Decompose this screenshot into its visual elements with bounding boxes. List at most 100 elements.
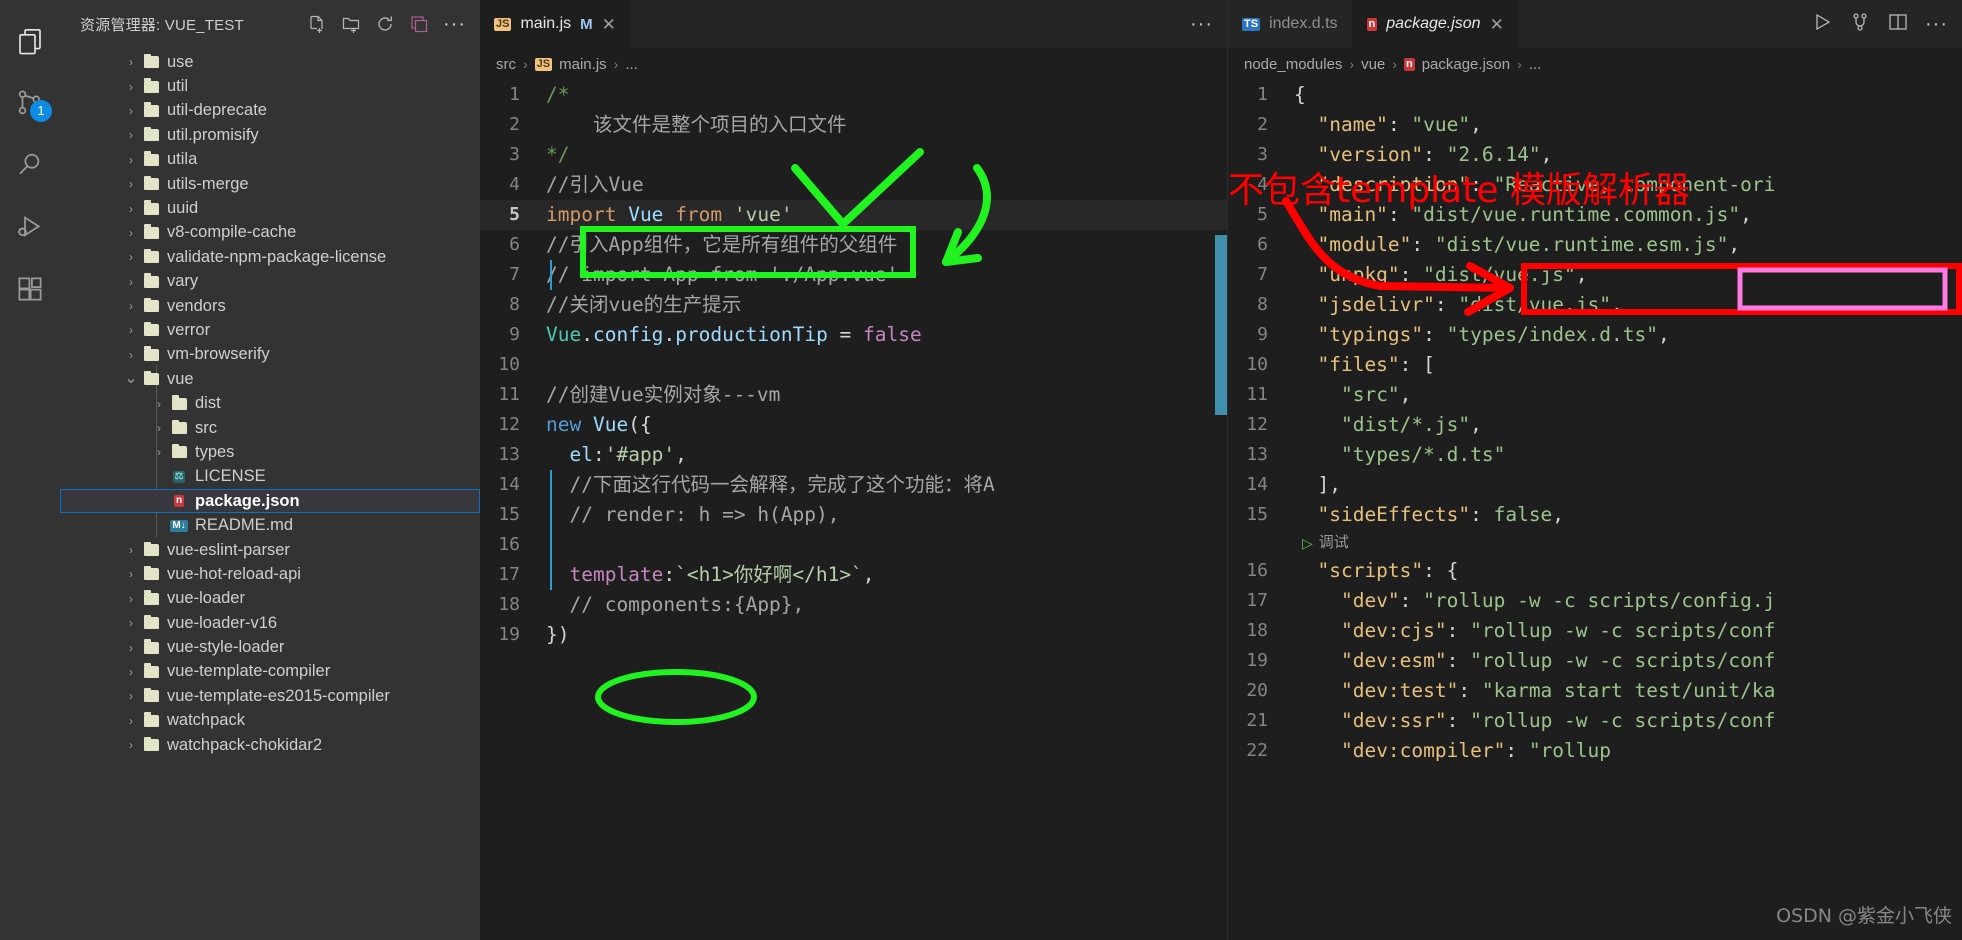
tree-folder-row[interactable]: › util.promisify (60, 123, 480, 147)
code-editor-main-js[interactable]: 1 /* 2 该文件是整个项目的入口文件 3 */ 4 //引入Vue 5 import Vue… (480, 80, 1227, 940)
breadcrumb-item-0[interactable]: node_modules (1244, 56, 1342, 73)
code-line[interactable]: 13 el:'#app', (480, 440, 1227, 470)
code-line[interactable]: 5 import Vue from 'vue' (480, 200, 1227, 230)
code-line[interactable]: 6 "module": "dist/vue.runtime.esm.js", (1228, 230, 1962, 260)
activity-item-search[interactable] (0, 134, 60, 196)
code-line[interactable]: 2 "name": "vue", (1228, 110, 1962, 140)
code-line[interactable]: 14 ], (1228, 470, 1962, 500)
code-line[interactable]: 11 "src", (1228, 380, 1962, 410)
activity-item-run-debug[interactable] (0, 196, 60, 258)
code-line[interactable]: 21 "dev:ssr": "rollup -w -c scripts/conf (1228, 706, 1962, 736)
chevron-right-icon[interactable]: › (122, 641, 140, 655)
breadcrumb-item-2[interactable]: package.json (1422, 56, 1510, 73)
tab-close-icon[interactable]: ✕ (1490, 16, 1504, 33)
tree-folder-row[interactable]: › use (60, 50, 480, 74)
editor-more-actions-icon[interactable]: ··· (1190, 14, 1213, 34)
code-line[interactable]: 1 /* (480, 80, 1227, 110)
code-line[interactable]: 15 // render: h => h(App), (480, 500, 1227, 530)
fork-icon[interactable] (1849, 11, 1871, 38)
tree-folder-row[interactable]: › vue-template-compiler (60, 660, 480, 684)
file-tree[interactable]: › use › util › util-deprecate › util.promisify ›… (60, 48, 480, 940)
activity-item-extensions[interactable] (0, 258, 60, 320)
tree-folder-row[interactable]: › vary (60, 270, 480, 294)
chevron-right-icon[interactable]: › (122, 250, 140, 264)
tree-file-row[interactable]: ⚖ LICENSE (60, 465, 480, 489)
more-actions-icon[interactable]: ··· (1925, 14, 1948, 34)
breadcrumb-item-0[interactable]: src (496, 56, 516, 73)
chevron-right-icon[interactable]: › (122, 128, 140, 142)
codelens-row[interactable]: ▷ 调试 (1228, 530, 1962, 556)
breadcrumb-item-3[interactable]: ... (1529, 56, 1542, 73)
breadcrumb-item-2[interactable]: ... (625, 56, 638, 73)
code-line[interactable]: 6 //引入App组件，它是所有组件的父组件 (480, 230, 1227, 260)
chevron-right-icon[interactable]: › (122, 738, 140, 752)
chevron-right-icon[interactable]: › (122, 153, 140, 167)
scrollbar-decoration[interactable] (1215, 235, 1227, 415)
tree-folder-row[interactable]: › vue-hot-reload-api (60, 562, 480, 586)
chevron-right-icon[interactable]: › (122, 226, 140, 240)
refresh-icon[interactable] (375, 14, 395, 34)
code-line[interactable]: 12 "dist/*.js", (1228, 410, 1962, 440)
tree-folder-row[interactable]: › src (60, 416, 480, 440)
code-line[interactable]: 14 //下面这行代码一会解释，完成了这个功能：将A (480, 470, 1227, 500)
code-line[interactable]: 19 "dev:esm": "rollup -w -c scripts/conf (1228, 646, 1962, 676)
tree-folder-row[interactable]: › dist (60, 391, 480, 415)
code-line[interactable]: 13 "types/*.d.ts" (1228, 440, 1962, 470)
chevron-right-icon[interactable]: › (122, 592, 140, 606)
code-editor-package-json[interactable]: 1{2 "name": "vue", 3 "version": "2.6.14",… (1228, 80, 1962, 940)
run-icon[interactable] (1811, 11, 1833, 38)
breadcrumb-item-1[interactable]: main.js (559, 56, 607, 73)
tree-folder-row[interactable]: › types (60, 440, 480, 464)
code-line[interactable]: 2 该文件是整个项目的入口文件 (480, 110, 1227, 140)
new-file-icon[interactable] (307, 14, 327, 34)
code-line[interactable]: 20 "dev:test": "karma start test/unit/ka (1228, 676, 1962, 706)
tree-folder-row[interactable]: › validate-npm-package-license (60, 245, 480, 269)
new-folder-icon[interactable] (341, 14, 361, 34)
tree-folder-row[interactable]: › util-deprecate (60, 99, 480, 123)
code-line[interactable]: 19}) (480, 620, 1227, 650)
code-line[interactable]: 5 "main": "dist/vue.runtime.common.js", (1228, 200, 1962, 230)
tab-index-d-ts[interactable]: TS index.d.ts (1228, 0, 1353, 48)
tab-main-js[interactable]: JS main.js M ✕ (480, 0, 631, 48)
chevron-right-icon[interactable]: › (122, 567, 140, 581)
tree-folder-row[interactable]: › utila (60, 148, 480, 172)
chevron-right-icon[interactable]: › (122, 299, 140, 313)
code-line[interactable]: 17 "dev": "rollup -w -c scripts/config.j (1228, 586, 1962, 616)
chevron-right-icon[interactable]: › (122, 665, 140, 679)
tree-folder-row[interactable]: › watchpack-chokidar2 (60, 733, 480, 757)
tree-file-row[interactable]: M↓ README.md (60, 513, 480, 537)
tree-folder-row[interactable]: › verror (60, 318, 480, 342)
code-line[interactable]: 16 (480, 530, 1227, 560)
code-line[interactable]: 9 "typings": "types/index.d.ts", (1228, 320, 1962, 350)
chevron-right-icon[interactable]: › (122, 323, 140, 337)
tree-folder-row[interactable]: › vendors (60, 294, 480, 318)
tree-file-row[interactable]: n package.json (60, 489, 480, 514)
tree-folder-row[interactable]: › vm-browserify (60, 343, 480, 367)
tree-folder-row[interactable]: › vue-eslint-parser (60, 538, 480, 562)
tree-folder-row[interactable]: › v8-compile-cache (60, 221, 480, 245)
chevron-right-icon[interactable]: › (122, 543, 140, 557)
code-line[interactable]: 3 */ (480, 140, 1227, 170)
code-line[interactable]: 16 "scripts": { (1228, 556, 1962, 586)
code-line[interactable]: 1{ (1228, 80, 1962, 110)
tree-folder-row[interactable]: › vue-loader (60, 587, 480, 611)
tree-folder-row[interactable]: › utils-merge (60, 172, 480, 196)
chevron-down-icon[interactable]: ⌄ (122, 371, 140, 387)
code-line[interactable]: 10 "files": [ (1228, 350, 1962, 380)
code-line[interactable]: 4 "description": "Reactive, component-or… (1228, 170, 1962, 200)
tree-folder-row[interactable]: › uuid (60, 196, 480, 220)
code-line[interactable]: 11 //创建Vue实例对象---vm (480, 380, 1227, 410)
tree-folder-row[interactable]: ⌄ vue (60, 367, 480, 391)
chevron-right-icon[interactable]: › (122, 348, 140, 362)
code-line[interactable]: 18 // components:{App}, (480, 590, 1227, 620)
tree-folder-row[interactable]: › watchpack (60, 709, 480, 733)
activity-item-explorer[interactable] (0, 10, 60, 72)
code-line[interactable]: 18 "dev:cjs": "rollup -w -c scripts/conf (1228, 616, 1962, 646)
breadcrumb-right[interactable]: node_modules › vue › n package.json › ..… (1228, 48, 1962, 80)
code-line[interactable]: 9 Vue.config.productionTip = false (480, 320, 1227, 350)
chevron-right-icon[interactable]: › (122, 714, 140, 728)
chevron-right-icon[interactable]: › (150, 445, 168, 459)
code-line[interactable]: 4 //引入Vue (480, 170, 1227, 200)
chevron-right-icon[interactable]: › (150, 397, 168, 411)
tree-folder-row[interactable]: › vue-style-loader (60, 635, 480, 659)
